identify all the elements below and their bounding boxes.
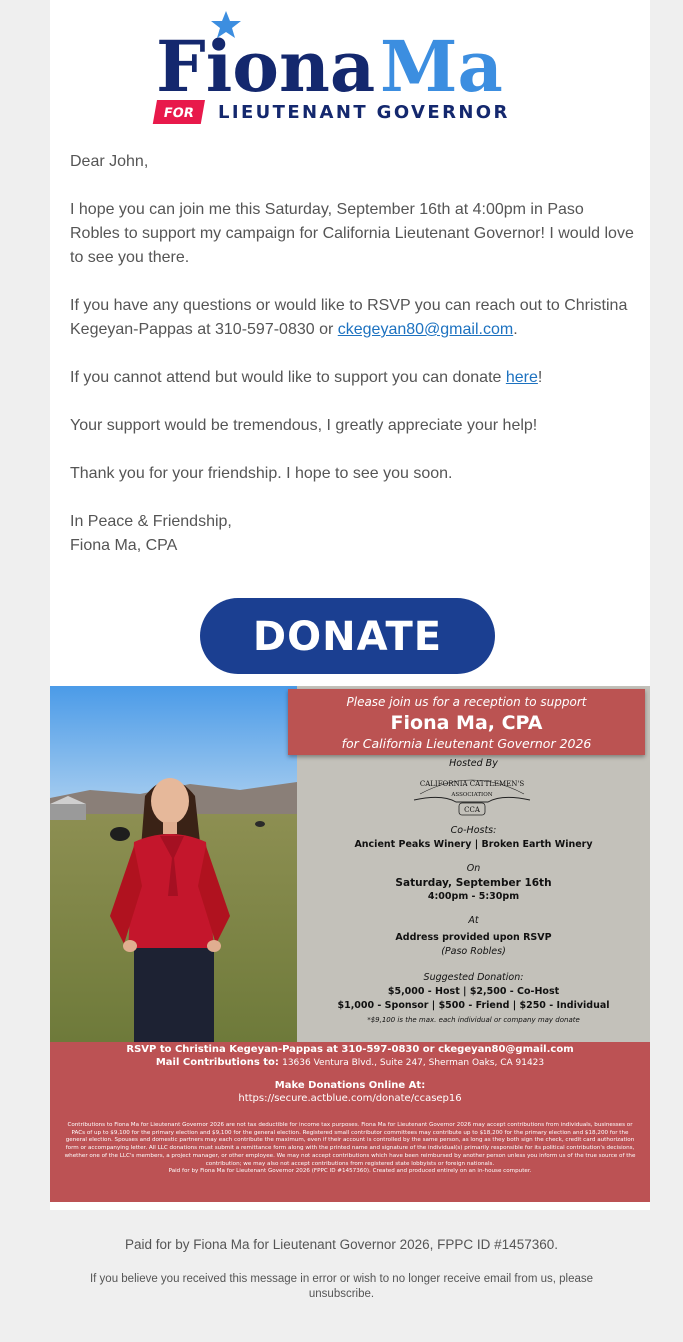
flyer-mail: Mail Contributions to: 13636 Ventura Blv… <box>155 1057 545 1068</box>
donation-tier-1: $5,000 - Host | $2,500 - Co-Host <box>387 986 560 997</box>
footer-unsubscribe-note: If you believe you received this message… <box>89 1273 594 1300</box>
flyer-banner: Please join us for a reception to suppor… <box>288 689 645 755</box>
event-flyer-image[interactable]: Please join us for a reception to suppor… <box>50 686 650 1202</box>
flyer-rsvp: RSVP to Christina Kegeyan-Pappas at 310-… <box>126 1044 574 1055</box>
logo-last-name: Ma <box>380 25 503 108</box>
at-label: At <box>468 915 479 926</box>
logo-graphic: Fiona Ma FOR LIEUTENANT GOVERNOR <box>152 11 510 124</box>
footer-paid-for: Paid for by Fiona Ma for Lieutenant Gove… <box>124 1237 558 1252</box>
event-time: 4:00pm - 5:30pm <box>427 891 520 902</box>
event-date: Saturday, September 16th <box>395 877 552 889</box>
event-address: Address provided upon RSVP <box>395 932 552 943</box>
suggested-label: Suggested Donation: <box>423 972 524 983</box>
cca-logo: CALIFORNIA CATTLEMEN'S ASSOCIATION CCA <box>413 779 531 816</box>
max-note: *$9,100 is the max. each individual or c… <box>367 1016 580 1024</box>
signature: Fiona Ma, CPA <box>70 537 178 554</box>
paragraph-donate: If you cannot attend but would like to s… <box>70 369 543 386</box>
photo-graphic <box>50 686 297 1042</box>
greeting: Dear John, <box>70 153 149 170</box>
paragraph-support: Your support would be tremendous, I grea… <box>70 417 538 434</box>
flyer-online-url: https://secure.actblue.com/donate/ccasep… <box>238 1093 462 1104</box>
email-card: Fiona Ma FOR LIEUTENANT GOVERNOR Dear Jo… <box>50 0 650 1210</box>
logo-first-name: Fiona <box>156 25 375 108</box>
donate-here-link[interactable]: here <box>506 369 538 386</box>
logo-office-text: LIEUTENANT GOVERNOR <box>218 102 510 123</box>
letter-body: Dear John, I hope you can join me this S… <box>70 150 635 582</box>
candidate-photo <box>50 686 297 1042</box>
flyer-candidate-name: Fiona Ma, CPA <box>390 712 543 734</box>
flyer-invite: Please join us for a reception to suppor… <box>346 695 587 709</box>
event-city: (Paso Robles) <box>441 946 506 957</box>
donate-button[interactable]: DONATE <box>200 598 495 674</box>
flyer-paid-for: Paid for by Fiona Ma for Lieutenant Gove… <box>168 1168 532 1175</box>
cca-abbr: CCA <box>464 806 481 814</box>
logo-for-text: FOR <box>162 106 195 121</box>
flyer-details: Please join us for a reception to suppor… <box>288 686 650 1042</box>
campaign-logo: Fiona Ma FOR LIEUTENANT GOVERNOR <box>50 0 650 140</box>
flyer-office: for California Lieutenant Governor 2026 <box>341 736 592 751</box>
unsubscribe-link[interactable]: unsubscribe <box>309 1288 371 1300</box>
paragraph-invitation: I hope you can join me this Saturday, Se… <box>70 201 634 266</box>
cca-association: ASSOCIATION <box>450 792 492 798</box>
flyer-contribution-info: RSVP to Christina Kegeyan-Pappas at 310-… <box>50 1042 650 1202</box>
signoff: In Peace & Friendship, Fiona Ma, CPA <box>70 510 635 558</box>
cohosts: Ancient Peaks Winery | Broken Earth Wine… <box>354 839 593 850</box>
cca-name: CALIFORNIA CATTLEMEN'S <box>420 780 524 788</box>
flyer-fine-print: Contributions to Fiona Ma for Lieutenant… <box>64 1122 636 1175</box>
on-label: On <box>466 863 481 874</box>
paragraph-thanks: Thank you for your friendship. I hope to… <box>70 465 453 482</box>
cohosts-label: Co-Hosts: <box>450 825 497 836</box>
paragraph-rsvp: If you have any questions or would like … <box>70 297 628 338</box>
hosted-by-label: Hosted By <box>449 758 498 769</box>
flyer-online-label: Make Donations Online At: <box>274 1080 426 1091</box>
for-badge: FOR <box>152 100 205 124</box>
email-link[interactable]: ckegeyan80@gmail.com <box>338 321 513 338</box>
donation-tier-2: $1,000 - Sponsor | $500 - Friend | $250 … <box>337 1000 610 1011</box>
closing: In Peace & Friendship, <box>70 513 232 530</box>
